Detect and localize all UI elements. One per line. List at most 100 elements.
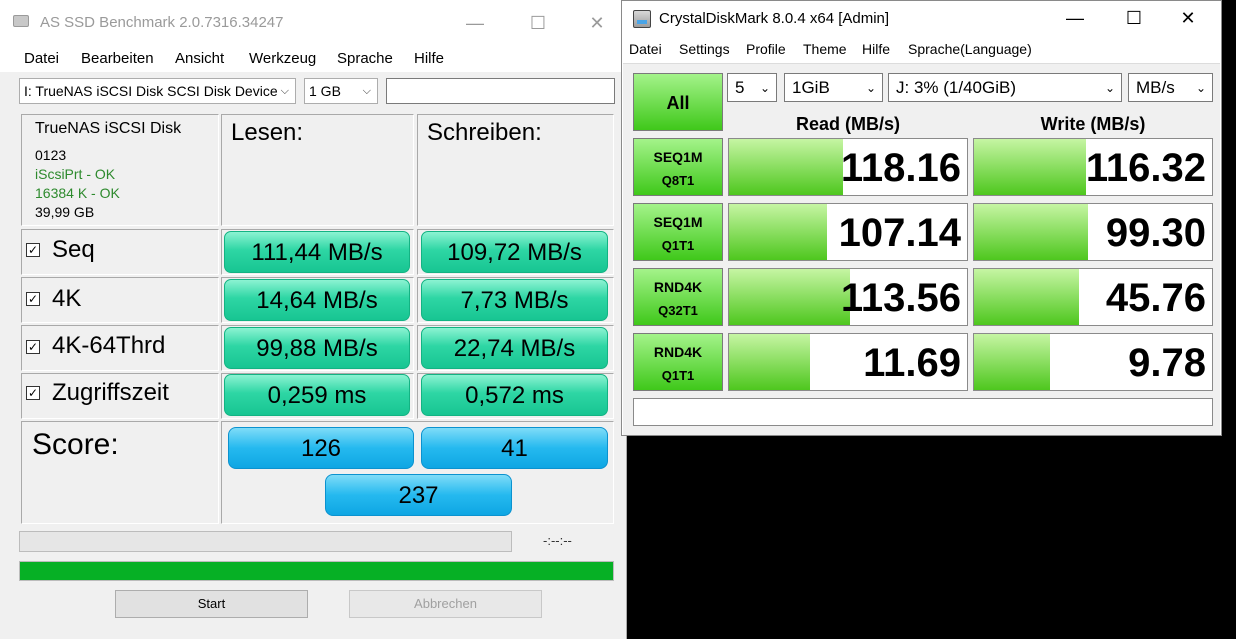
test-button-seq1m-q8t1[interactable]: SEQ1M Q8T1 [633,138,723,196]
menu-settings[interactable]: Settings [679,41,730,57]
read-value: 11.69 [863,341,961,385]
result-read-seq1m-q1t1: 107.14 [728,203,968,261]
write-value: 45.76 [1105,276,1206,320]
read-value: 113.56 [840,276,961,320]
read-bar-fill [729,269,851,325]
overall-progress-fill [20,562,613,580]
test-count-select[interactable]: 5 ⌄ [727,73,777,102]
test-params: Q1T1 [661,238,695,253]
read-bar-fill [729,204,827,260]
write-column-header: Schreiben: [427,119,542,146]
result-read-rnd4k-q1t1: 11.69 [728,333,968,391]
drive-name: TrueNAS iSCSI Disk [35,120,182,137]
write-value: 9.78 [1128,341,1206,385]
run-all-button[interactable]: All [633,73,723,131]
menu-hilfe[interactable]: Hilfe [862,41,890,57]
status-textbox[interactable] [386,78,615,104]
driver-status: iScsiPrt - OK [35,166,116,182]
result-write-rnd4k-q32t1: 45.76 [973,268,1213,326]
read-value: 118.16 [840,146,961,190]
result-write-seq1m-q1t1: 99.30 [973,203,1213,261]
checkbox-4k-64thrd[interactable]: ✓ [26,340,40,354]
drive-select[interactable]: J: 3% (1/40GiB) ⌄ [888,73,1122,102]
write-value: 116.32 [1085,146,1206,190]
as-ssd-titlebar[interactable]: AS SSD Benchmark 2.0.7316.34247 — ☐ ✕ [0,0,627,44]
start-button[interactable]: Start [115,590,308,618]
menu-profile[interactable]: Profile [746,41,786,57]
checkbox-access-time[interactable]: ✓ [26,386,40,400]
chevron-down-icon: ⌄ [1195,81,1206,95]
result-write-rnd4k-q1t1: 9.78 [973,333,1213,391]
menu-bar: Datei Bearbeiten Ansicht Werkzeug Sprach… [0,44,627,72]
chevron-down-icon: ⌵ [362,85,371,97]
result-4k-64thrd-read: 99,88 MB/s [224,327,410,369]
test-button-seq1m-q1t1[interactable]: SEQ1M Q1T1 [633,203,723,261]
write-bar-fill [974,269,1079,325]
window-title: CrystalDiskMark 8.0.4 x64 [Admin] [659,10,890,27]
abort-button[interactable]: Abbrechen [349,590,542,618]
menu-bearbeiten[interactable]: Bearbeiten [81,50,154,67]
menu-datei[interactable]: Datei [629,41,662,57]
score-read: 126 [228,427,414,469]
score-write: 41 [421,427,608,469]
close-icon[interactable]: ✕ [582,10,612,36]
maximize-icon[interactable]: ☐ [1119,5,1149,31]
result-4k-write: 7,73 MB/s [421,279,608,321]
test-row-4k [21,277,219,323]
crystaldiskmark-icon [633,10,651,28]
test-progress-bar [19,531,512,552]
comment-input[interactable] [633,398,1213,426]
test-name: SEQ1M [653,149,703,165]
write-header: Write (MB/s) [1040,114,1146,134]
test-name: RND4K [653,344,703,360]
score-label: Score: [32,428,119,461]
chevron-down-icon: ⌄ [865,81,876,95]
unit-select-value: MB/s [1136,78,1175,97]
test-count-value: 5 [735,78,745,97]
maximize-icon[interactable]: ☐ [523,10,553,36]
test-params: Q1T1 [661,368,695,383]
drive-select[interactable]: I: TrueNAS iSCSI Disk SCSI Disk Device ⌵ [19,78,296,104]
unit-select[interactable]: MB/s ⌄ [1128,73,1213,102]
write-bar-fill [974,139,1086,195]
test-button-rnd4k-q1t1[interactable]: RND4K Q1T1 [633,333,723,391]
menu-hilfe[interactable]: Hilfe [414,50,444,67]
menu-datei[interactable]: Datei [24,50,59,67]
read-bar-fill [729,139,844,195]
checkbox-4k[interactable]: ✓ [26,292,40,306]
menu-ansicht[interactable]: Ansicht [175,50,224,67]
size-select-value: 1 GB [309,83,341,99]
menu-theme[interactable]: Theme [803,41,847,57]
close-icon[interactable]: ✕ [1173,5,1203,31]
test-row-seq [21,229,219,275]
test-label-seq: Seq [52,236,95,263]
result-read-seq1m-q8t1: 118.16 [728,138,968,196]
read-column-header: Lesen: [231,119,304,146]
test-name: RND4K [653,279,703,295]
overall-progress-bar [19,561,614,581]
minimize-icon[interactable]: — [460,10,490,36]
drive-select-value: J: 3% (1/40GiB) [896,78,1016,97]
test-size-value: 1GiB [792,78,830,97]
menu-werkzeug[interactable]: Werkzeug [249,50,316,67]
test-size-select[interactable]: 1GiB ⌄ [784,73,883,102]
chevron-down-icon: ⌄ [759,81,770,95]
test-params: Q8T1 [661,173,695,188]
write-bar-fill [974,204,1089,260]
test-params: Q32T1 [658,303,698,318]
menu-language[interactable]: Sprache(Language) [908,41,1032,57]
result-seq-write: 109,72 MB/s [421,231,608,273]
window-title: AS SSD Benchmark 2.0.7316.34247 [40,14,284,31]
score-total: 237 [325,474,512,516]
size-select[interactable]: 1 GB ⌵ [304,78,378,104]
crystaldiskmark-window: CrystalDiskMark 8.0.4 x64 [Admin] — ☐ ✕ … [621,0,1222,436]
test-label-4k: 4K [52,285,82,312]
result-4k-read: 14,64 MB/s [224,279,410,321]
minimize-icon[interactable]: — [1060,5,1090,31]
checkbox-seq[interactable]: ✓ [26,243,40,257]
drive-firmware: 0123 [35,147,67,163]
test-button-rnd4k-q32t1[interactable]: RND4K Q32T1 [633,268,723,326]
write-bar-fill [974,334,1051,390]
drive-capacity: 39,99 GB [35,204,95,220]
menu-sprache[interactable]: Sprache [337,50,393,67]
